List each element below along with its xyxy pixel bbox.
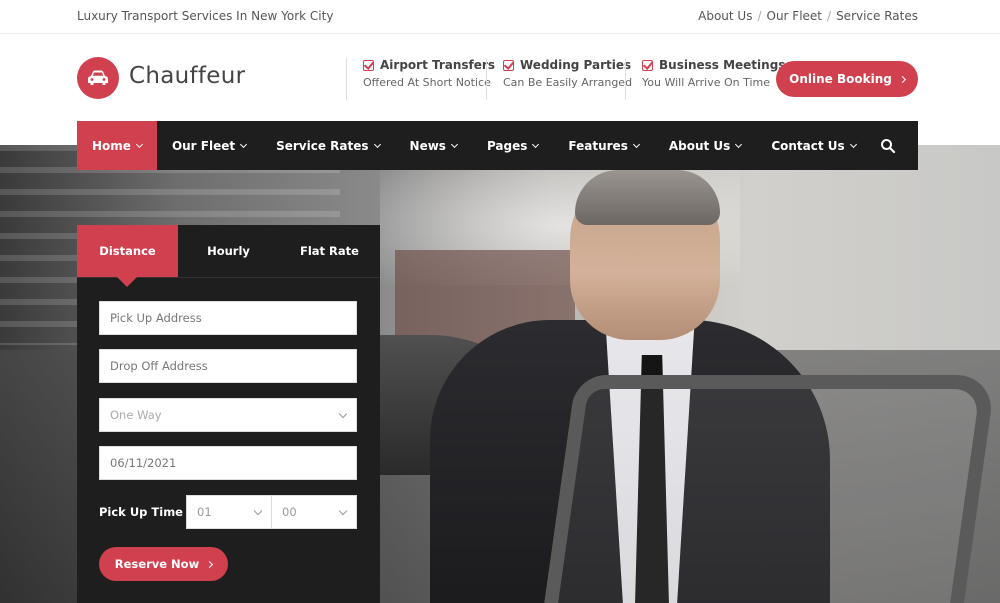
chevron-down-icon	[253, 506, 263, 515]
feature-title: Business Meetings	[659, 58, 786, 72]
feature-title: Wedding Parties	[520, 58, 632, 72]
nav-item-label: Service Rates	[276, 138, 369, 153]
chevron-down-icon	[135, 140, 143, 148]
nav-item-label: Contact Us	[771, 138, 845, 153]
top-link-separator: /	[757, 9, 762, 23]
top-link-service-rates[interactable]: Service Rates	[836, 9, 918, 23]
nav-item-pages[interactable]: Pages	[472, 121, 553, 170]
top-link-about-us[interactable]: About Us	[698, 9, 752, 23]
tab-flat-rate[interactable]: Flat Rate	[279, 225, 380, 277]
online-booking-label: Online Booking	[789, 72, 892, 86]
reserve-now-label: Reserve Now	[114, 557, 200, 571]
chevron-down-icon	[450, 140, 458, 148]
hour-select[interactable]: 01	[186, 495, 272, 529]
checkbox-icon	[642, 59, 653, 71]
tab-hourly[interactable]: Hourly	[178, 225, 279, 277]
nav-item-label: About Us	[668, 138, 731, 153]
chevron-down-icon	[849, 140, 857, 148]
top-bar: Luxury Transport Services In New York Ci…	[0, 0, 1000, 34]
nav-item-contact-us[interactable]: Contact Us	[756, 121, 870, 170]
trip-type-value: One Way	[110, 408, 162, 422]
feature-business-meetings: Business Meetings You Will Arrive On Tim…	[625, 58, 785, 100]
checkbox-icon	[363, 59, 374, 71]
date-field[interactable]: 06/11/2021	[99, 446, 357, 480]
pickup-address-field[interactable]	[99, 301, 357, 335]
hour-value: 01	[197, 505, 212, 519]
chevron-down-icon	[632, 140, 640, 148]
pickup-time-label: Pick Up Time	[99, 505, 183, 519]
nav-item-label: Our Fleet	[171, 138, 236, 153]
feature-airport-transfers: Airport Transfers Offered At Short Notic…	[346, 58, 495, 100]
nav-item-our-fleet[interactable]: Our Fleet	[157, 121, 261, 170]
dropoff-address-input[interactable]	[110, 359, 356, 373]
nav-item-about-us[interactable]: About Us	[654, 121, 756, 170]
chevron-down-icon	[338, 506, 348, 515]
nav-item-news[interactable]: News	[395, 121, 472, 170]
top-link-separator: /	[827, 9, 832, 23]
feature-wedding-parties: Wedding Parties Can Be Easily Arranged	[486, 58, 632, 100]
dropoff-address-field[interactable]	[99, 349, 357, 383]
trip-type-select[interactable]: One Way	[99, 398, 357, 432]
minute-select[interactable]: 00	[271, 495, 357, 529]
checkbox-icon	[503, 59, 514, 71]
nav-item-label: Pages	[486, 138, 528, 153]
chevron-right-icon	[898, 75, 906, 83]
chevron-down-icon	[338, 409, 348, 418]
feature-subtitle: Can Be Easily Arranged	[503, 76, 633, 89]
nav-item-home[interactable]: Home	[77, 121, 157, 170]
nav-item-service-rates[interactable]: Service Rates	[261, 121, 394, 170]
tab-distance[interactable]: Distance	[77, 225, 178, 287]
chevron-down-icon	[373, 140, 381, 148]
top-links: About Us / Our Fleet / Service Rates	[698, 9, 918, 23]
online-booking-button[interactable]: Online Booking	[776, 61, 918, 97]
chevron-right-icon	[206, 560, 214, 568]
top-link-our-fleet[interactable]: Our Fleet	[767, 9, 823, 23]
booking-form: Distance Hourly Flat Rate One Way 06/11/…	[77, 225, 380, 603]
date-value: 06/11/2021	[110, 456, 177, 470]
booking-tabs: Distance Hourly Flat Rate	[77, 225, 380, 287]
chevron-down-icon	[532, 140, 540, 148]
nav-item-label: Home	[92, 138, 131, 153]
pickup-address-input[interactable]	[110, 311, 356, 325]
nav-item-label: News	[409, 138, 446, 153]
chevron-down-icon	[735, 140, 743, 148]
nav-item-label: Features	[568, 138, 628, 153]
search-icon[interactable]	[880, 138, 896, 154]
reserve-now-button[interactable]: Reserve Now	[99, 547, 228, 581]
nav-item-features[interactable]: Features	[553, 121, 653, 170]
feature-subtitle: You Will Arrive On Time	[642, 76, 771, 89]
logo-text[interactable]: Chauffeur	[129, 63, 245, 89]
feature-subtitle: Offered At Short Notice	[363, 76, 491, 89]
logo-car-icon[interactable]	[77, 57, 119, 99]
minute-value: 00	[282, 505, 297, 519]
main-nav: Home Our Fleet Service Rates News Pages …	[77, 121, 918, 170]
feature-title: Airport Transfers	[380, 58, 495, 72]
chevron-down-icon	[240, 140, 248, 148]
tagline: Luxury Transport Services In New York Ci…	[77, 9, 334, 23]
